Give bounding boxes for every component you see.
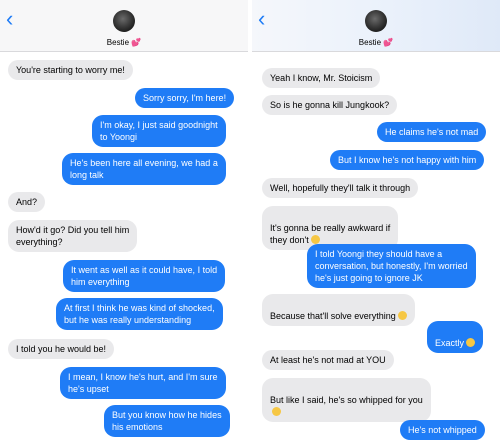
sweat-smile-emoji-icon (466, 338, 476, 347)
screenshot-collage: ‹ Bestie 💕 You're starting to worry me! … (0, 0, 500, 446)
message-text: Exactly (435, 338, 465, 348)
message-bubble: But you know how he hides his emotions (104, 405, 230, 437)
message-text: But like I said, he's so whipped for you (270, 395, 423, 405)
message-text: Because that'll solve everything (270, 311, 396, 321)
contact-name[interactable]: Bestie 💕 (252, 38, 500, 47)
message-bubble: Well, hopefully they'll talk it through (262, 178, 419, 198)
message-bubble: Because that'll solve everything (262, 294, 415, 326)
smile-emoji-icon (310, 235, 320, 244)
smirk-emoji-icon (397, 311, 407, 320)
message-bubble: But like I said, he's so whipped for you (262, 378, 431, 422)
message-bubble: I told Yoongi they should have a convers… (307, 244, 476, 288)
message-bubble: I told you he would be! (8, 339, 115, 359)
message-bubble: At least he's not mad at YOU (262, 350, 394, 370)
heart-emoji: 💕 (383, 38, 394, 47)
message-bubble: At first I think he was kind of shocked,… (56, 298, 223, 330)
message-bubble: Exactly (427, 321, 484, 353)
message-bubble: I mean, I know he's hurt, and I'm sure h… (60, 367, 226, 399)
avatar[interactable] (113, 10, 135, 32)
avatar[interactable] (365, 10, 387, 32)
message-bubble: You're starting to worry me! (8, 60, 133, 80)
heart-emoji: 💕 (131, 38, 142, 47)
back-chevron-icon[interactable]: ‹ (258, 8, 265, 30)
message-bubble: Sorry sorry, I'm here! (135, 88, 235, 108)
contact-name-label: Bestie (106, 38, 130, 47)
message-bubble: He's been here all evening, we had a lon… (62, 153, 226, 185)
chat-panel-left: ‹ Bestie 💕 You're starting to worry me! … (0, 0, 248, 446)
message-text: It's gonna be really awkward if they don… (270, 223, 391, 245)
message-bubble: How'd it go? Did you tell him everything… (8, 220, 138, 252)
message-bubble: And? (8, 192, 46, 212)
message-bubble: I'm okay, I just said goodnight to Yoong… (92, 115, 226, 147)
back-chevron-icon[interactable]: ‹ (6, 8, 13, 30)
chat-header: ‹ Bestie 💕 (252, 0, 500, 52)
message-bubble: But I know he's not happy with him (330, 150, 485, 170)
message-bubble: It went as well as it could have, I told… (63, 260, 226, 292)
message-bubble: Yeah I know, Mr. Stoicism (262, 68, 381, 88)
chat-header: ‹ Bestie 💕 (0, 0, 248, 52)
chat-panel-right: ‹ Bestie 💕 Yeah I know, Mr. Stoicism So … (252, 0, 500, 446)
message-bubble: So is he gonna kill Jungkook? (262, 95, 398, 115)
contact-name[interactable]: Bestie 💕 (0, 38, 248, 47)
message-bubble: He's not whipped (400, 420, 485, 440)
smirk-emoji-icon (272, 407, 281, 416)
contact-name-label: Bestie (358, 38, 382, 47)
message-bubble: He claims he's not mad (377, 122, 487, 142)
